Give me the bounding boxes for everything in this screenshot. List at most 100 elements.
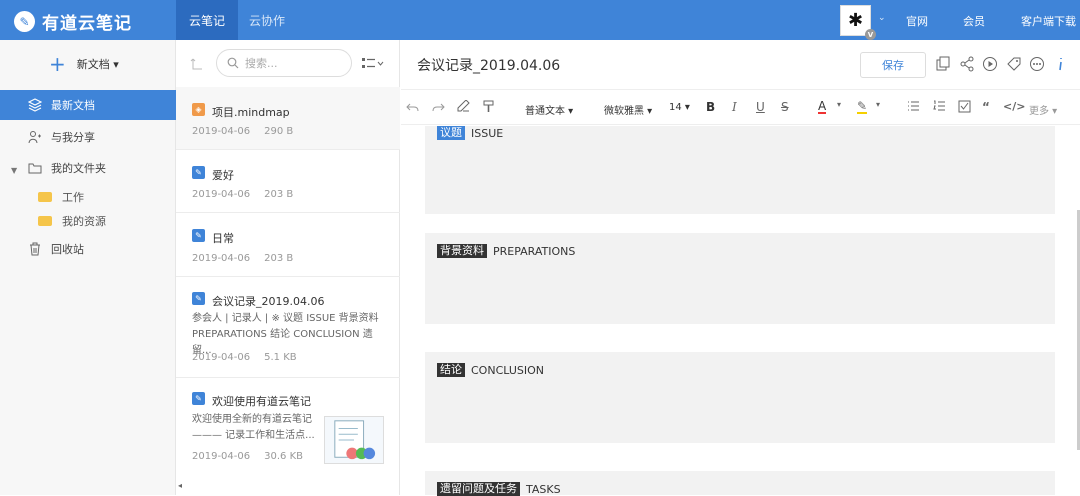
- search-icon: [227, 57, 239, 69]
- sidebar-item-label: 最新文档: [51, 99, 95, 112]
- section-conclusion[interactable]: 结论 CONCLUSION: [425, 352, 1055, 443]
- tag-icon[interactable]: [1006, 56, 1022, 72]
- sidebar-item-trash[interactable]: 回收站: [0, 234, 176, 264]
- sort-icon[interactable]: [190, 57, 204, 71]
- chevron-down-icon[interactable]: ▾: [876, 100, 880, 109]
- trash-icon: [30, 242, 40, 256]
- underline-icon[interactable]: U: [756, 100, 765, 114]
- mindmap-file-icon: ◈: [192, 103, 205, 116]
- bold-icon[interactable]: B: [706, 100, 715, 114]
- quote-icon[interactable]: “: [982, 100, 990, 114]
- highlight-icon[interactable]: ✎: [857, 100, 868, 114]
- sidebar: + 新文档 ▾ 最新文档 与我分享 ▼ 我的文件夹 工作 我的资源 回收站: [0, 40, 176, 495]
- section-tasks[interactable]: 遗留问题及任务 TASKS: [425, 471, 1055, 496]
- folder-item-resources[interactable]: 我的资源: [38, 209, 106, 233]
- sidebar-item-my-folders[interactable]: 我的文件夹: [0, 153, 176, 183]
- note-size: 30.6 KB: [264, 451, 303, 462]
- paragraph-style-select[interactable]: 普通文本 ▾: [525, 102, 573, 117]
- play-icon[interactable]: [982, 56, 998, 72]
- chevron-down-icon[interactable]: ⌄: [878, 13, 886, 23]
- more-menu[interactable]: 更多 ▾: [1029, 102, 1057, 117]
- note-thumbnail: [324, 416, 384, 464]
- section-heading: 背景资料 PREPARATIONS: [437, 244, 575, 258]
- list-item[interactable]: ◈ 项目.mindmap 2019-04-06 290 B: [176, 87, 400, 150]
- section-label: CONCLUSION: [471, 363, 544, 377]
- section-preparations[interactable]: 背景资料 PREPARATIONS: [425, 233, 1055, 324]
- note-date: 2019-04-06: [192, 126, 251, 137]
- app-logo[interactable]: ✎ 有道云笔记: [14, 9, 132, 34]
- numbered-list-icon[interactable]: [933, 100, 946, 113]
- new-doc-label: 新文档 ▾: [76, 58, 119, 71]
- sidebar-item-recent[interactable]: 最新文档: [0, 90, 176, 120]
- section-tag: 议题: [437, 126, 465, 140]
- copy-icon[interactable]: [935, 56, 951, 72]
- redo-icon[interactable]: [432, 100, 445, 113]
- note-file-icon: ✎: [192, 292, 205, 305]
- list-item[interactable]: ✎ 会议记录_2019.04.06 参会人 | 记录人 | ※ 议题 ISSUE…: [176, 277, 400, 378]
- tab-cloud-notes[interactable]: 云笔记: [176, 0, 238, 40]
- logo-pen-icon: ✎: [14, 11, 35, 32]
- note-size: 203 B: [264, 253, 294, 264]
- note-title: 会议记录_2019.04.06: [212, 295, 325, 308]
- folder-item-work[interactable]: 工作: [38, 185, 84, 209]
- link-official-site[interactable]: 官网: [906, 13, 928, 29]
- more-options-icon[interactable]: [1029, 56, 1045, 72]
- list-toolbar: 搜索...: [176, 40, 400, 87]
- section-label: ISSUE: [471, 126, 504, 140]
- sidebar-item-label: 我的文件夹: [51, 162, 106, 175]
- folder-label: 工作: [62, 191, 84, 204]
- note-size: 203 B: [264, 189, 294, 200]
- font-color-icon[interactable]: A: [818, 100, 827, 114]
- section-tag: 背景资料: [437, 244, 487, 258]
- note-title: 欢迎使用有道云笔记: [212, 395, 311, 408]
- undo-icon[interactable]: [406, 100, 419, 113]
- section-issue[interactable]: 议题 ISSUE: [425, 126, 1055, 214]
- section-heading: 遗留问题及任务 TASKS: [437, 482, 561, 496]
- new-doc-button[interactable]: + 新文档 ▾: [49, 54, 119, 74]
- plus-icon: +: [49, 52, 66, 76]
- note-title: 爱好: [212, 169, 234, 182]
- search-input[interactable]: 搜索...: [216, 49, 352, 77]
- list-item[interactable]: ✎ 欢迎使用有道云笔记 欢迎使用全新的有道云笔记 ——— 记录工作和生活点...…: [176, 378, 400, 478]
- view-mode-icon[interactable]: [362, 57, 384, 70]
- avatar[interactable]: ✱ V: [840, 5, 876, 40]
- users-icon: [28, 131, 41, 144]
- note-file-icon: ✎: [192, 229, 205, 242]
- collapse-list-icon[interactable]: ◂: [178, 481, 182, 490]
- document-illustration-icon: [334, 420, 376, 460]
- tab-cloud-collab[interactable]: 云协作: [243, 0, 291, 40]
- folder-label: 我的资源: [62, 215, 106, 228]
- document-title[interactable]: 会议记录_2019.04.06: [417, 55, 560, 75]
- link-membership[interactable]: 会员: [963, 13, 985, 29]
- eraser-icon[interactable]: [457, 100, 470, 113]
- font-size-select[interactable]: 14 ▾: [669, 102, 690, 113]
- link-client-download[interactable]: 客户端下载: [1021, 13, 1076, 29]
- editor: 会议记录_2019.04.06 保存 普通文本 ▾ 微软雅黑 ▾ 14 ▾ B …: [401, 40, 1080, 496]
- info-icon[interactable]: [1053, 56, 1069, 72]
- top-bar: ✎ 有道云笔记 云笔记 云协作 ✱ V ⌄ 官网 会员 客户端下载: [0, 0, 1080, 40]
- code-icon[interactable]: </>: [1003, 100, 1025, 113]
- list-item[interactable]: ✎ 爱好 2019-04-06 203 B: [176, 150, 400, 213]
- note-meta: 2019-04-06 30.6 KB: [192, 451, 317, 462]
- chevron-down-icon[interactable]: ▾: [837, 100, 841, 109]
- format-painter-icon[interactable]: [482, 100, 495, 113]
- sidebar-item-label: 与我分享: [51, 131, 95, 144]
- note-date: 2019-04-06: [192, 189, 251, 200]
- share-icon[interactable]: [959, 56, 975, 72]
- note-meta: 2019-04-06 203 B: [192, 189, 307, 200]
- note-list: 搜索... ◈ 项目.mindmap 2019-04-06 290 B ✎ 爱好 …: [176, 40, 400, 495]
- italic-icon[interactable]: I: [732, 100, 737, 114]
- save-button[interactable]: 保存: [860, 52, 926, 78]
- font-family-select[interactable]: 微软雅黑 ▾: [604, 102, 652, 117]
- avatar-image: ✱: [847, 10, 864, 31]
- folder-icon: [38, 216, 52, 226]
- section-heading: 结论 CONCLUSION: [437, 363, 544, 377]
- bullet-list-icon[interactable]: [907, 100, 920, 113]
- strikethrough-icon[interactable]: S: [781, 100, 789, 114]
- note-title: 日常: [212, 232, 234, 245]
- sidebar-item-shared[interactable]: 与我分享: [0, 122, 176, 152]
- format-toolbar: 普通文本 ▾ 微软雅黑 ▾ 14 ▾ B I U S A ▾ ✎ ▾ “ </>…: [401, 89, 1080, 125]
- list-item[interactable]: ✎ 日常 2019-04-06 203 B: [176, 213, 400, 277]
- checkbox-icon[interactable]: [958, 100, 971, 113]
- note-size: 5.1 KB: [264, 352, 297, 363]
